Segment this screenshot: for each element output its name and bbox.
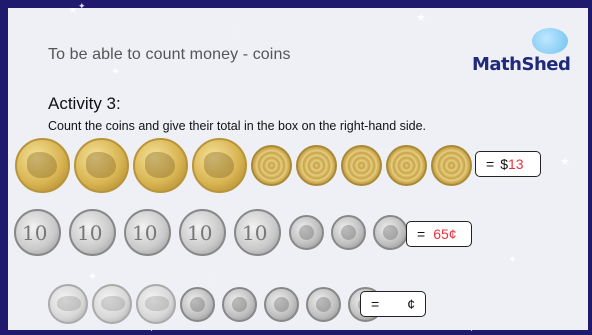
- slide-panel: ★ · ★ ★ ✦ ✦ · ✦ To be able to count mone…: [8, 8, 588, 330]
- answer-prefix: $: [500, 156, 508, 172]
- ten-cent-coin-icon: 10: [234, 209, 281, 256]
- answer-box-row-2[interactable]: = 65 ¢: [406, 221, 472, 247]
- equals-sign: =: [417, 226, 426, 242]
- ten-cent-coin-icon: 10: [179, 209, 226, 256]
- two-dollar-coin-icon: [386, 145, 427, 186]
- five-cent-coin-icon: [306, 286, 341, 322]
- twenty-cent-coin-icon: [92, 284, 132, 324]
- coin-row-3: [48, 284, 390, 324]
- logo-bubble-icon: [532, 28, 568, 54]
- coin-row-2: 10 10 10 10 10: [14, 209, 415, 256]
- star-icon: ★: [416, 12, 426, 24]
- coin-row-1: [15, 138, 476, 193]
- activity-title: Activity 3:: [48, 94, 121, 113]
- answer-suffix: ¢: [448, 226, 457, 242]
- five-cent-coin-icon: [222, 286, 257, 322]
- five-cent-coin-icon: [289, 215, 324, 250]
- answer-value: 13: [507, 156, 524, 172]
- one-dollar-coin-icon: [133, 138, 188, 193]
- star-icon: ✦: [508, 254, 518, 266]
- equals-sign: =: [486, 156, 495, 172]
- answer-suffix: ¢: [407, 296, 415, 312]
- equals-sign: =: [371, 296, 380, 312]
- answer-box-row-3[interactable]: = ¢: [360, 291, 426, 317]
- one-dollar-coin-icon: [192, 138, 247, 193]
- activity-instructions: Count the coins and give their total in …: [48, 119, 427, 133]
- star-icon: ✦: [111, 66, 121, 78]
- logo-text: MathShed: [472, 54, 571, 75]
- mathshed-logo: MathShed: [472, 26, 572, 76]
- one-dollar-coin-icon: [74, 138, 129, 193]
- star-icon: ★: [68, 8, 78, 16]
- learning-objective: To be able to count money - coins: [48, 46, 291, 63]
- ten-cent-coin-icon: 10: [69, 209, 116, 256]
- two-dollar-coin-icon: [251, 145, 292, 186]
- star-icon: ★: [560, 156, 570, 168]
- answer-box-row-1[interactable]: = $ 13: [475, 151, 541, 177]
- five-cent-coin-icon: [373, 215, 408, 250]
- star-icon: ✦: [88, 271, 98, 283]
- five-cent-coin-icon: [331, 215, 366, 250]
- two-dollar-coin-icon: [431, 145, 472, 186]
- one-dollar-coin-icon: [15, 138, 70, 193]
- two-dollar-coin-icon: [296, 145, 337, 186]
- twenty-cent-coin-icon: [136, 284, 176, 324]
- five-cent-coin-icon: [180, 286, 215, 322]
- answer-value: 65: [433, 226, 449, 242]
- five-cent-coin-icon: [264, 286, 299, 322]
- twenty-cent-coin-icon: [48, 284, 88, 324]
- ten-cent-coin-icon: 10: [124, 209, 171, 256]
- star-icon: ·: [238, 26, 242, 38]
- ten-cent-coin-icon: 10: [14, 209, 61, 256]
- two-dollar-coin-icon: [341, 145, 382, 186]
